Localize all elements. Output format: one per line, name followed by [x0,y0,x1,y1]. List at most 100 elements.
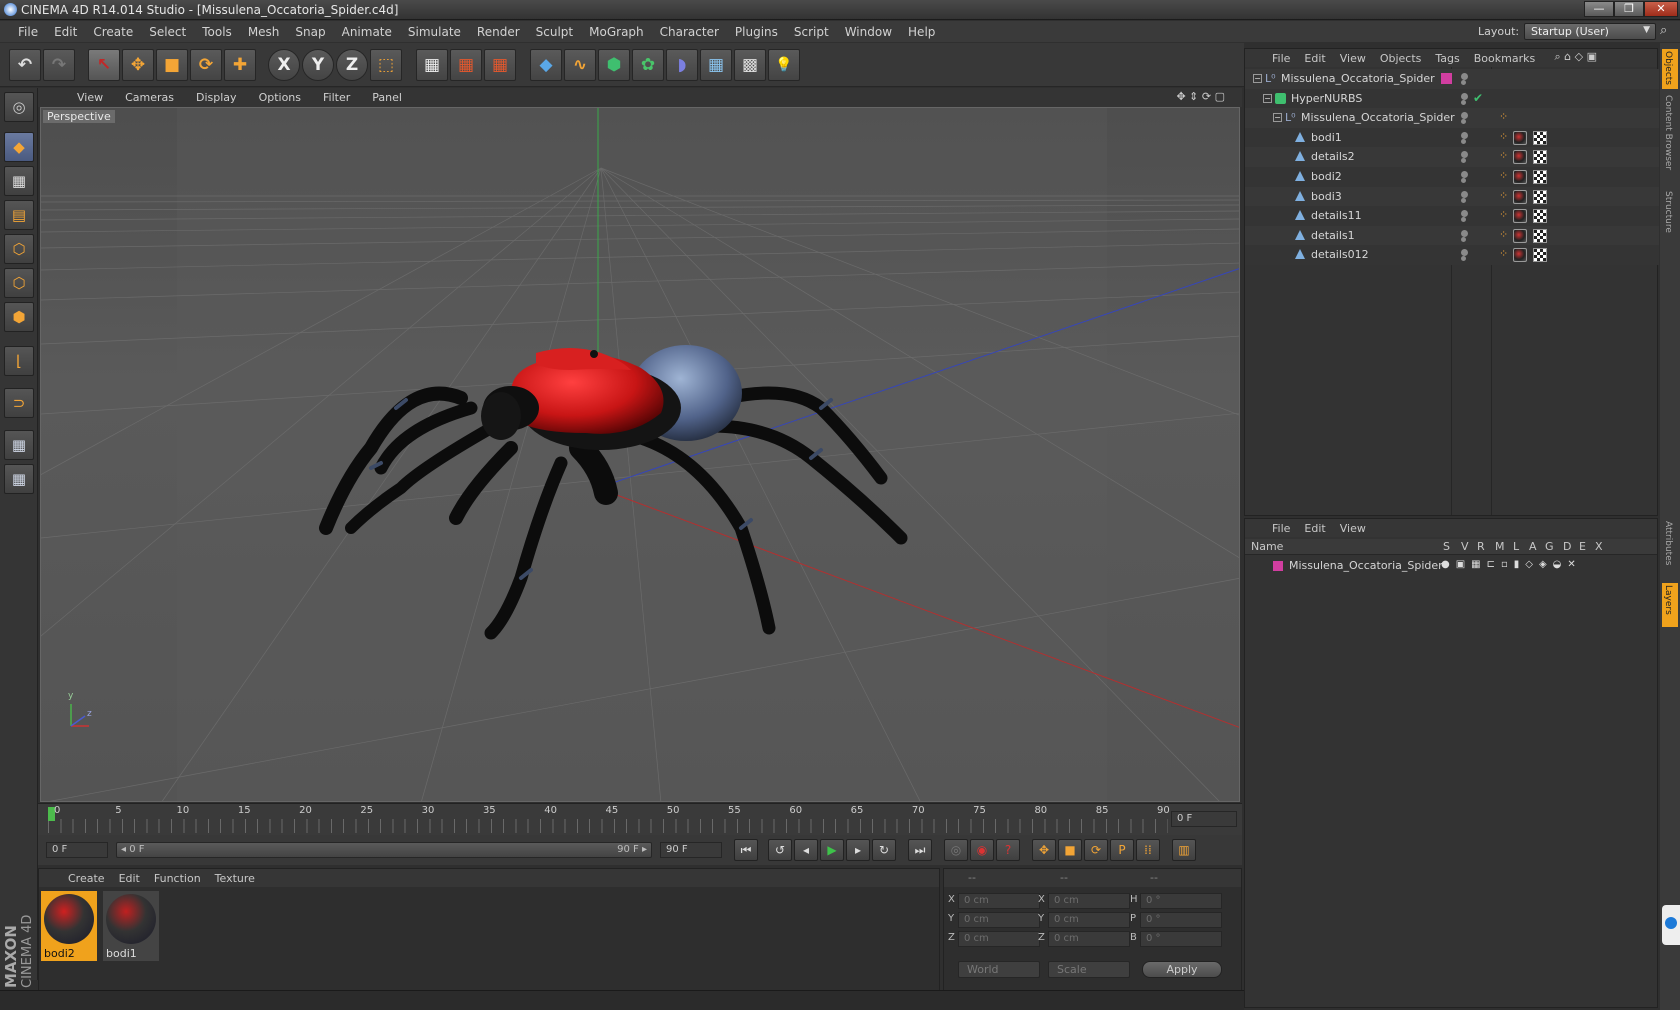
render-visibility-dot[interactable] [1461,178,1466,183]
layer-menu-edit[interactable]: Edit [1297,522,1332,535]
object-search-icon[interactable]: ⌕ ⌂ ◇ ▣ [1555,50,1598,64]
layer-col-g[interactable]: G [1545,540,1554,553]
search-icon[interactable]: ⌕ [1660,23,1667,38]
uvw-tag-icon[interactable] [1533,228,1547,243]
viewport-menu-options[interactable]: Options [248,91,312,104]
array-button[interactable]: ✿ [632,49,664,81]
prev-frame-button[interactable]: ◂ [794,839,818,861]
render-visibility-dot[interactable] [1461,119,1466,125]
undo-button[interactable]: ↶ [9,49,41,81]
object-row[interactable]: − HyperNURBS ✔ [1245,88,1659,109]
spline-button[interactable]: ∿ [564,49,596,81]
menu-help[interactable]: Help [900,25,943,39]
goto-start-button[interactable]: ⏮ [734,839,758,861]
object-row[interactable]: details1 ⁘ [1245,225,1659,246]
layer-name[interactable]: Missulena_Occatoria_Spider [1289,559,1443,572]
layer-col-a[interactable]: A [1529,540,1537,553]
layer-col-l[interactable]: L [1513,540,1519,553]
object-menu-tags[interactable]: Tags [1428,52,1466,65]
uvw-tag-icon[interactable] [1533,130,1547,145]
material-tag-icon[interactable] [1513,248,1527,263]
uvw-tag-icon[interactable] [1533,248,1547,263]
side-tab-structure[interactable]: Structure [1662,189,1678,249]
render-settings-button[interactable]: ▦ [484,49,516,81]
material-tag-icon[interactable] [1513,189,1527,204]
deformer-button[interactable]: ◗ [666,49,698,81]
layer-col-name[interactable]: Name [1251,540,1283,553]
phong-tag-icon[interactable]: ⁘ [1499,130,1508,143]
snap-grid-button[interactable]: ▦ [4,430,34,460]
menu-snap[interactable]: Snap [287,25,333,39]
uvw-tag-icon[interactable] [1533,209,1547,224]
editor-visibility-dot[interactable] [1461,249,1468,257]
key-position-button[interactable]: ✥ [1032,839,1056,861]
teamviewer-icon[interactable] [1662,905,1680,945]
maximize-button[interactable]: ❐ [1614,1,1644,17]
phong-tag-icon[interactable]: ⁘ [1499,169,1508,182]
object-row[interactable]: details11 ⁘ [1245,206,1659,227]
menu-simulate[interactable]: Simulate [400,25,469,39]
material-swatch[interactable]: bodi2 [41,891,97,961]
object-row[interactable]: bodi2 ⁘ [1245,167,1659,187]
material-menu-texture[interactable]: Texture [208,872,262,885]
key-scale-button[interactable]: ■ [1058,839,1082,861]
menu-character[interactable]: Character [652,25,727,39]
object-name[interactable]: details012 [1311,248,1369,261]
viewport-menu-panel[interactable]: Panel [361,91,413,104]
uvw-tag-icon[interactable] [1533,170,1547,184]
render-visibility-dot[interactable] [1461,256,1466,262]
object-menu-edit[interactable]: Edit [1297,52,1332,65]
render-visibility-dot[interactable] [1461,99,1466,105]
material-tag-icon[interactable] [1513,130,1527,145]
layer-col-d[interactable]: D [1563,540,1571,553]
phong-tag-icon[interactable]: ⁘ [1499,189,1508,202]
render-visibility-dot[interactable] [1461,197,1466,203]
viewport-menu-view[interactable]: View [66,91,114,104]
coord-rotation-field[interactable]: 0 ° [1140,912,1222,928]
layer-col-s[interactable]: S [1443,540,1450,553]
start-frame-field[interactable]: 0 F [46,842,108,858]
add-tool-button[interactable]: ✚ [224,49,256,81]
frame-range-slider[interactable]: ◂ 0 F 90 F ▸ [116,842,652,858]
editor-visibility-dot[interactable] [1461,171,1468,178]
editor-visibility-dot[interactable] [1461,210,1468,218]
side-tab-objects[interactable]: Objects [1662,49,1678,89]
nurbs-button[interactable]: ⬢ [598,49,630,81]
menu-edit[interactable]: Edit [46,25,85,39]
camera-button[interactable]: ▩ [734,49,766,81]
layer-col-x[interactable]: X [1595,540,1603,553]
editor-visibility-dot[interactable] [1461,151,1468,159]
object-name[interactable]: Missulena_Occatoria_Spider [1281,72,1435,85]
object-row[interactable]: − L⁰ Missulena_Occatoria_Spider [1245,69,1659,89]
tree-expand-icon[interactable]: − [1253,74,1262,83]
light-button[interactable]: 💡 [768,49,800,81]
cube-object-button[interactable]: ◆ [530,49,562,81]
render-view-button[interactable]: ▦ [416,49,448,81]
floor-button[interactable]: ▦ [700,49,732,81]
side-tab-layers[interactable]: Layers [1662,583,1678,627]
model-mode-button[interactable]: ◆ [4,132,34,162]
object-name[interactable]: HyperNURBS [1291,92,1362,105]
enabled-check-icon[interactable]: ✔ [1473,91,1483,105]
menu-select[interactable]: Select [141,25,194,39]
coord-size-field[interactable]: 0 cm [1048,931,1130,947]
make-editable-button[interactable]: ◎ [4,92,34,122]
viewport-nav-icons[interactable]: ✥ ⇕ ⟳ ▢ [1165,90,1236,103]
material-tag-icon[interactable] [1513,228,1527,243]
object-name[interactable]: details2 [1311,150,1355,163]
edges-mode-button[interactable]: ⬡ [4,268,34,298]
object-menu-file[interactable]: File [1265,52,1297,65]
material-tag-icon[interactable] [1513,209,1527,224]
editor-visibility-dot[interactable] [1461,131,1468,139]
coord-position-field[interactable]: 0 cm [958,931,1040,947]
goto-end-button[interactable]: ⏭ [908,839,932,861]
object-row[interactable]: details012 ⁘ [1245,245,1659,266]
coord-transform-dropdown[interactable]: Scale [1048,961,1130,978]
phong-tag-icon[interactable]: ⁘ [1499,149,1508,162]
menu-tools[interactable]: Tools [194,25,240,39]
key-pla-button[interactable]: ⁞⁞ [1136,839,1160,861]
menu-file[interactable]: File [10,25,46,39]
object-name[interactable]: bodi2 [1311,170,1342,183]
menu-mesh[interactable]: Mesh [240,25,288,39]
perspective-viewport[interactable]: Perspective y z [40,107,1240,802]
